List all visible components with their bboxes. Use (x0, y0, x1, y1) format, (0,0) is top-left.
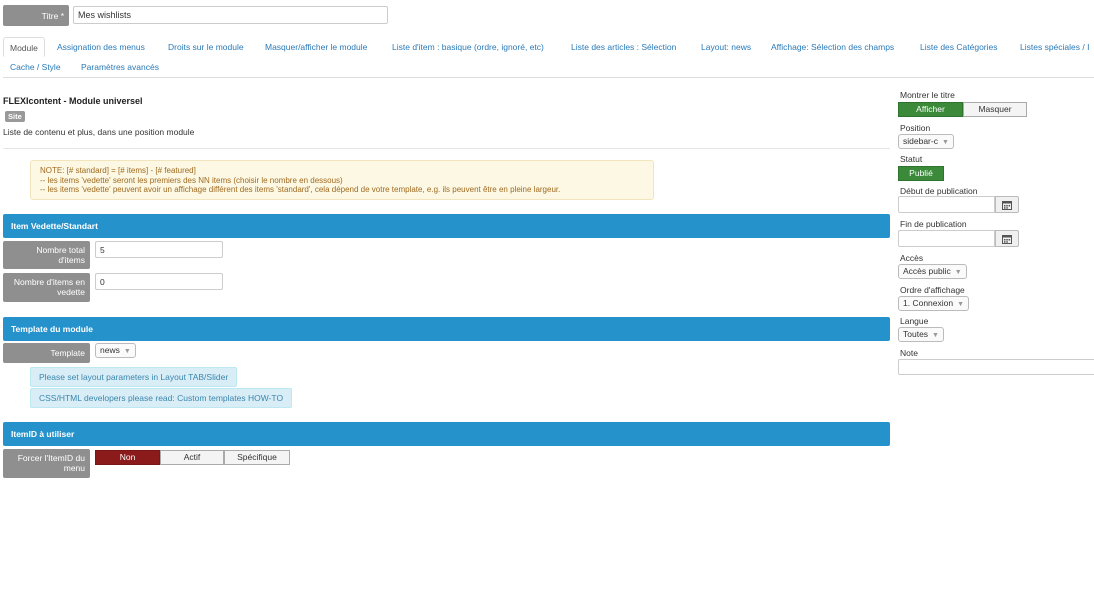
tab-field-display[interactable]: Affichage: Sélection des champs (771, 37, 894, 57)
publish-end-label: Fin de publication (900, 219, 967, 229)
note-box: NOTE: [# standard] = [# items] - [# feat… (30, 160, 654, 200)
tab-cache-style[interactable]: Cache / Style (10, 57, 61, 77)
tab-layout-news[interactable]: Layout: news (701, 37, 751, 57)
publish-end-input[interactable] (898, 230, 995, 247)
option-actif-button[interactable]: Actif (160, 450, 224, 465)
title-label-text: Titre (41, 11, 59, 21)
tab-module[interactable]: Module (3, 37, 45, 57)
order-label: Ordre d'affichage (900, 285, 965, 295)
module-title: FLEXIcontent - Module universel (3, 96, 143, 106)
section-template-header: Template du module (3, 317, 890, 341)
module-description: Liste de contenu et plus, dans une posit… (3, 127, 195, 137)
calendar-icon[interactable] (995, 230, 1019, 247)
section-featured-header: Item Vedette/Standart (3, 214, 890, 238)
access-select-value: Accès public (903, 266, 951, 276)
language-select-value: Toutes (903, 329, 929, 339)
total-items-label: Nombre total d'items (3, 241, 90, 269)
show-title-masquer-button[interactable]: Masquer (963, 102, 1027, 117)
publish-start-input[interactable] (898, 196, 995, 213)
access-label: Accès (900, 253, 924, 263)
tab-advanced-params[interactable]: Paramètres avancés (81, 57, 159, 77)
caret-down-icon: ▼ (954, 269, 962, 276)
tab-bar: Module Assignation des menus Droits sur … (3, 37, 1094, 78)
title-input[interactable] (73, 6, 388, 24)
template-select-value: news (100, 345, 120, 355)
info-custom-templates: CSS/HTML developers please read: Custom … (30, 388, 293, 408)
language-select[interactable]: Toutes ▼ (898, 327, 944, 342)
tab-show-hide-module[interactable]: Masquer/afficher le module (265, 37, 367, 57)
title-label: Titre * (3, 5, 69, 26)
language-label: Langue (900, 316, 929, 326)
featured-items-label: Nombre d'items en vedette (3, 273, 90, 302)
tab-item-list-basic[interactable]: Liste d'item : basique (ordre, ignoré, e… (392, 37, 544, 57)
site-badge: Site (5, 111, 25, 122)
option-specifique-button[interactable]: Spécifique (224, 450, 290, 465)
order-select[interactable]: 1. Connexion ▼ (898, 296, 970, 311)
position-label: Position (900, 123, 931, 133)
note-input[interactable] (898, 359, 1094, 375)
tab-special-lists[interactable]: Listes spéciales / I (1020, 37, 1089, 57)
force-itemid-toggle: Non Actif Spécifique (95, 450, 290, 465)
note-line-3: -- les items 'vedette' peuvent avoir un … (40, 185, 561, 194)
caret-down-icon: ▼ (932, 332, 939, 339)
calendar-icon[interactable] (995, 196, 1019, 213)
tab-category-list[interactable]: Liste des Catégories (920, 37, 998, 57)
tab-module-rights[interactable]: Droits sur le module (168, 37, 244, 57)
force-itemid-label: Forcer l'ItemID du menu (3, 449, 90, 478)
total-items-input[interactable] (95, 241, 223, 258)
position-select-value: sidebar-c (903, 136, 938, 146)
show-title-label: Montrer le titre (900, 90, 955, 100)
note-line-2: -- les items 'vedette' seront les premie… (40, 175, 343, 185)
position-select[interactable]: sidebar-c ▼ (898, 134, 954, 149)
order-select-value: 1. Connexion (903, 298, 954, 308)
info-layout-params: Please set layout parameters in Layout T… (30, 367, 238, 387)
divider (3, 148, 890, 149)
show-title-toggle: Afficher Masquer (898, 102, 1027, 117)
title-row: Titre * (3, 5, 403, 26)
caret-down-icon: ▼ (941, 139, 949, 146)
option-non-button[interactable]: Non (95, 450, 160, 465)
section-itemid-header: ItemID à utiliser (3, 422, 890, 446)
tab-menu-assignment[interactable]: Assignation des menus (57, 37, 145, 57)
template-select[interactable]: news ▼ (95, 343, 136, 358)
caret-down-icon: ▼ (123, 348, 131, 355)
caret-down-icon: ▼ (957, 301, 965, 308)
note-line-1: NOTE: [# standard] = [# items] - [# feat… (40, 166, 196, 175)
note-label: Note (900, 348, 918, 358)
access-select[interactable]: Accès public ▼ (898, 264, 967, 279)
tab-article-selection[interactable]: Liste des articles : Sélection (571, 37, 676, 57)
template-label: Template (3, 343, 90, 363)
show-title-afficher-button[interactable]: Afficher (898, 102, 963, 117)
publish-start-label: Début de publication (900, 186, 978, 196)
status-label: Statut (900, 154, 923, 164)
required-mark: * (60, 11, 64, 21)
featured-items-input[interactable] (95, 273, 223, 290)
status-button[interactable]: Publié (898, 166, 944, 181)
